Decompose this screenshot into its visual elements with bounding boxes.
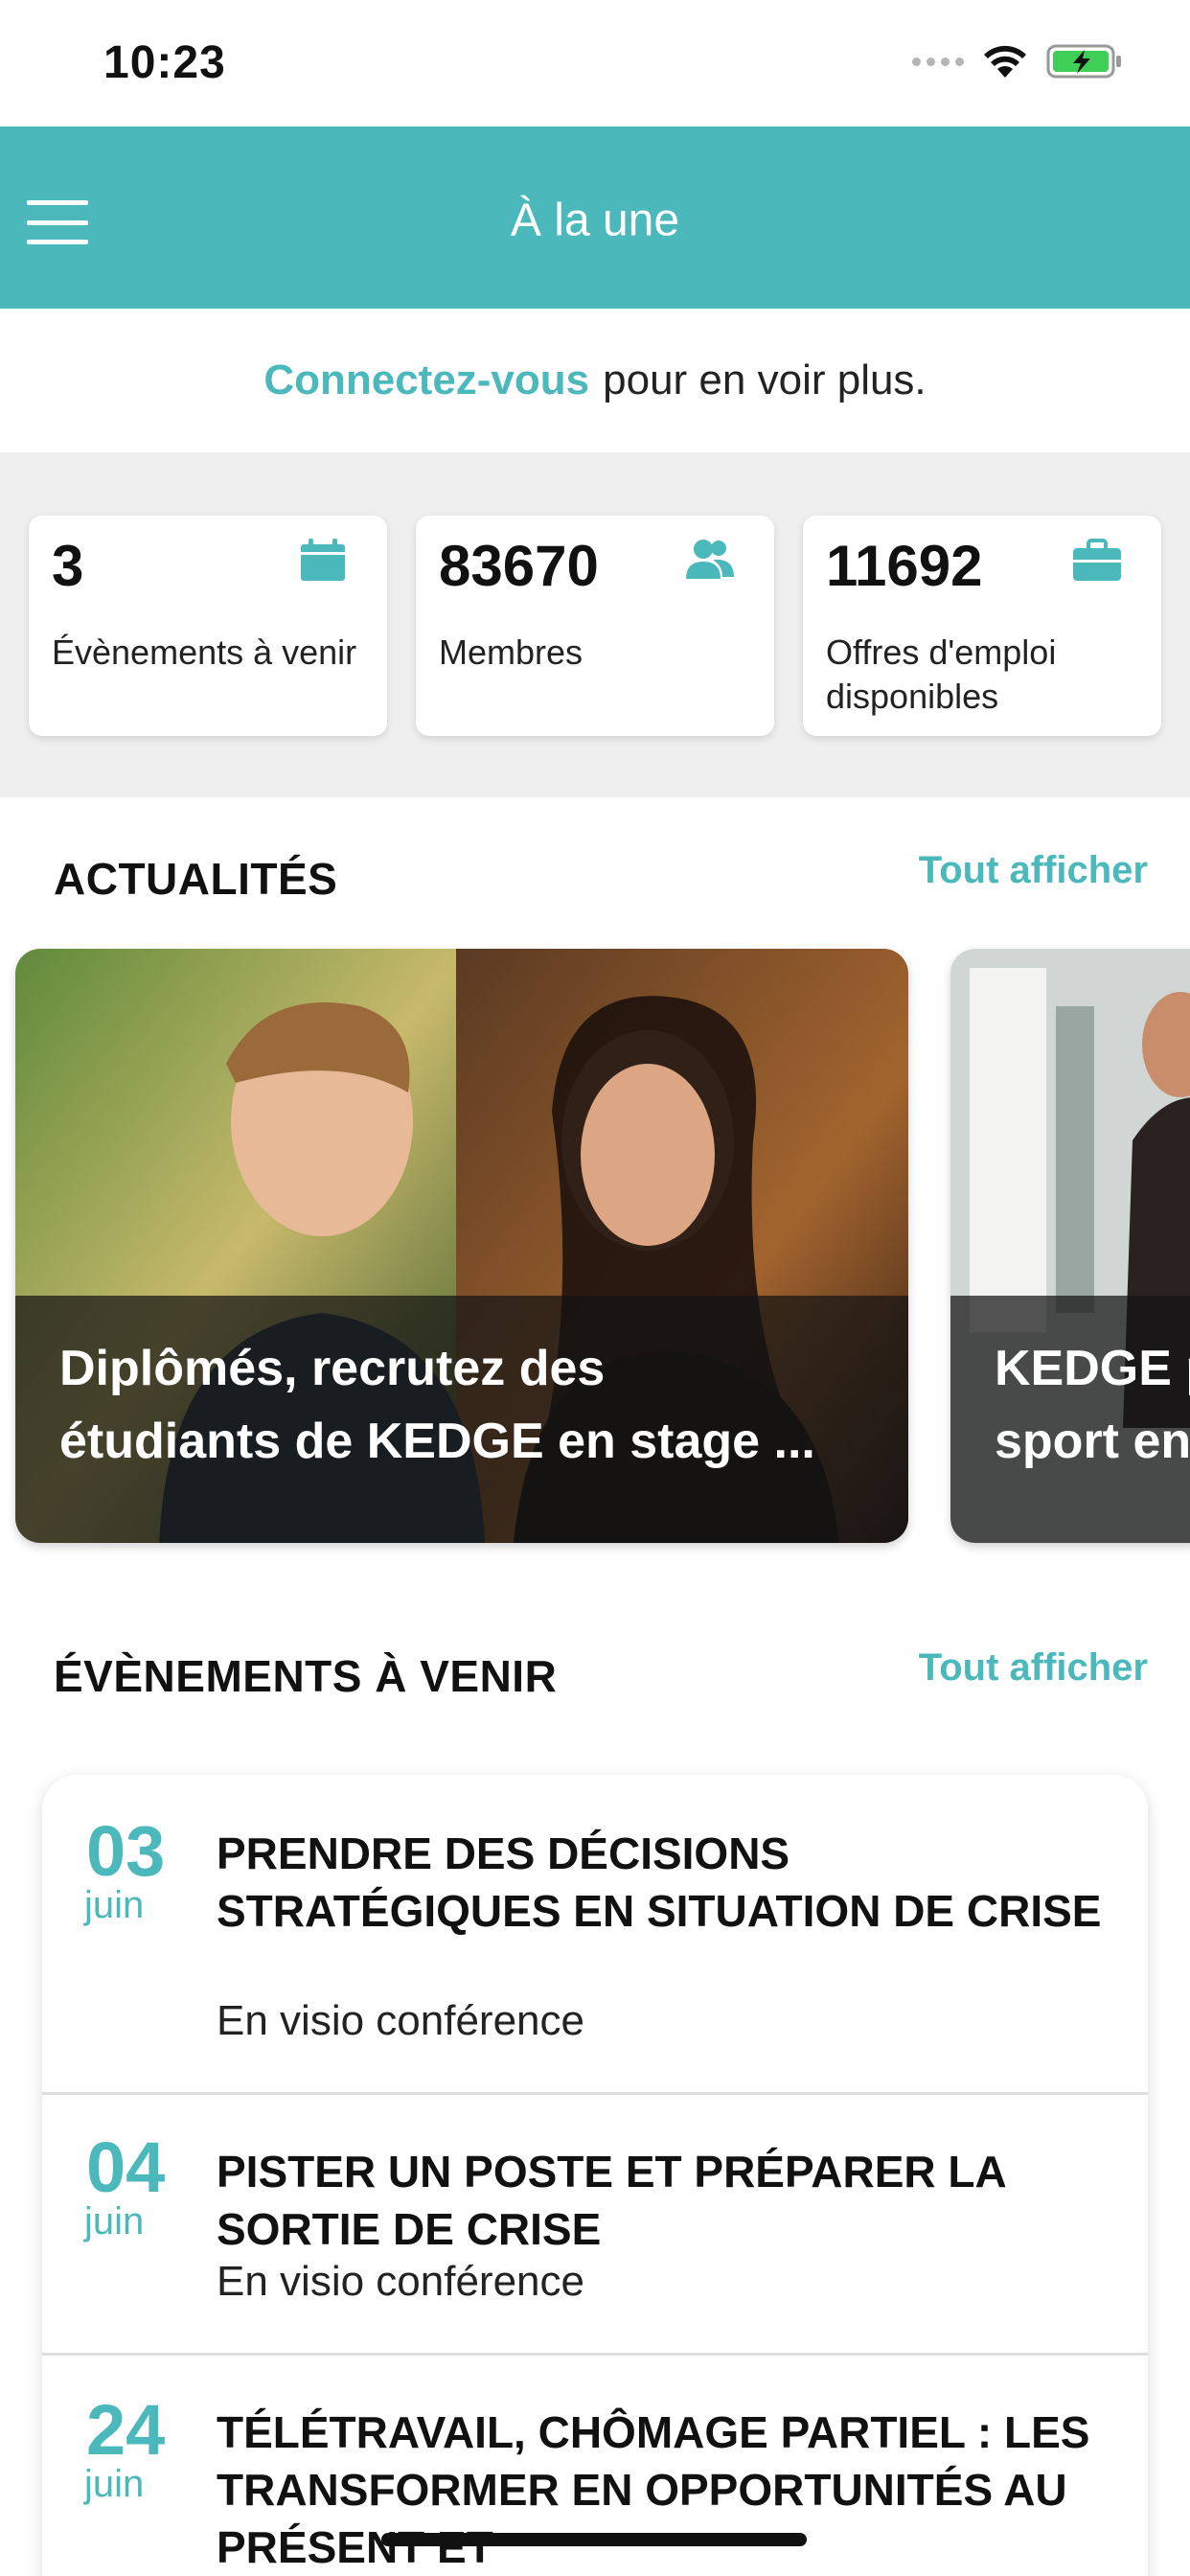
stat-label: Évènements à venir xyxy=(52,632,357,672)
status-bar: 10:23 xyxy=(0,0,1190,126)
events-list: 03 juin PRENDRE DES DÉCISIONS STRATÉGIQU… xyxy=(42,1775,1148,2576)
event-location: En visio conférence xyxy=(217,1997,584,2044)
signal-icon xyxy=(912,57,964,66)
stat-value: 83670 xyxy=(439,534,599,598)
stat-value: 3 xyxy=(52,534,84,598)
home-indicator[interactable] xyxy=(381,2533,807,2546)
stat-label: Membres xyxy=(439,632,584,672)
users-icon xyxy=(686,540,734,579)
wifi-icon xyxy=(984,45,1026,78)
status-icons xyxy=(912,42,1123,80)
event-day: 04 xyxy=(86,2128,166,2207)
event-title: PISTER UN POSTE ET PRÉPARER LA SORTIE DE… xyxy=(217,2147,1005,2254)
event-location: En visio conférence xyxy=(217,2258,584,2305)
event-day: 03 xyxy=(86,1811,166,1891)
battery-charging-icon xyxy=(1046,44,1121,79)
event-row[interactable]: 03 juin PRENDRE DES DÉCISIONS STRATÉGIQU… xyxy=(42,1775,1148,2095)
stats-area: 3 Évènements à venir 83670 Membres 11692… xyxy=(0,452,1190,797)
briefcase-icon xyxy=(1073,539,1121,581)
news-title: KEDGE p sport en xyxy=(995,1341,1190,1469)
login-prompt-text: pour en voir plus. xyxy=(603,356,927,403)
stat-card-jobs[interactable]: 11692 Offres d'emploi disponibles xyxy=(803,516,1161,736)
stat-value: 11692 xyxy=(826,534,983,598)
login-prompt: Connectez-vous pour en voir plus. xyxy=(0,309,1190,452)
event-month: juin xyxy=(84,1884,145,1926)
event-title: TÉLÉTRAVAIL, CHÔMAGE PARTIEL : LES TRANS… xyxy=(217,2407,1090,2572)
news-card[interactable]: Diplômés, recrutez des étudiants de KEDG… xyxy=(15,949,908,1543)
calendar-icon xyxy=(301,539,345,581)
events-section-title: ÉVÈNEMENTS À VENIR xyxy=(54,1651,558,1701)
stat-label: Offres d'emploi disponibles xyxy=(826,632,1057,716)
event-title: PRENDRE DES DÉCISIONS STRATÉGIQUES EN SI… xyxy=(217,1828,1102,1936)
stat-card-members[interactable]: 83670 Membres xyxy=(416,516,774,736)
news-title: Diplômés, recrutez des étudiants de KEDG… xyxy=(59,1341,815,1469)
news-section-title: ACTUALITÉS xyxy=(54,854,338,904)
event-row[interactable]: 04 juin PISTER UN POSTE ET PRÉPARER LA S… xyxy=(42,2095,1148,2356)
app-header: À la une xyxy=(0,126,1190,309)
stat-card-events[interactable]: 3 Évènements à venir xyxy=(29,516,387,736)
page-title: À la une xyxy=(510,195,680,246)
status-time: 10:23 xyxy=(103,37,226,88)
news-see-all-link[interactable]: Tout afficher xyxy=(919,849,1148,892)
event-month: juin xyxy=(84,2463,145,2505)
event-month: juin xyxy=(84,2200,145,2242)
events-see-all-link[interactable]: Tout afficher xyxy=(919,1646,1148,1690)
event-day: 24 xyxy=(86,2390,166,2470)
login-link[interactable]: Connectez-vous xyxy=(263,356,589,404)
news-card[interactable]: KEDGE p sport en xyxy=(950,949,1190,1543)
